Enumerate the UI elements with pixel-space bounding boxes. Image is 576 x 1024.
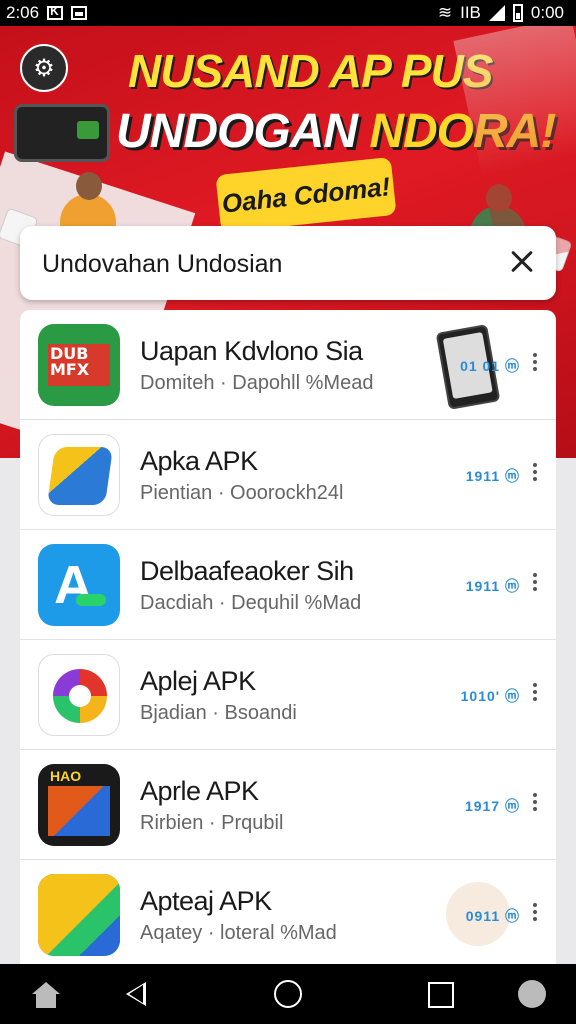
maps-app-icon xyxy=(38,434,120,516)
more-options-icon[interactable] xyxy=(530,570,540,600)
app-subtitle: Bjadian · Bsoandi xyxy=(140,702,297,724)
app-meta: 1911 ⓜ xyxy=(465,468,520,484)
list-item[interactable]: DUB MFX Uapan Kdvlono Sia Domiteh · Dapoh… xyxy=(20,310,556,420)
status-bar: 2:06 ≋ IIB 0:00 xyxy=(0,0,576,26)
more-options-icon[interactable] xyxy=(530,460,540,490)
app-list: DUB MFX Uapan Kdvlono Sia Domiteh · Dapoh… xyxy=(20,310,556,964)
app-meta: 1911 ⓜ xyxy=(465,578,520,594)
signal-icon xyxy=(488,5,505,21)
image-icon xyxy=(71,6,88,20)
more-options-icon[interactable] xyxy=(530,680,540,710)
battery-icon xyxy=(512,4,523,22)
a-app-icon: A xyxy=(38,544,120,626)
app-subtitle: Dacdiah · Dequhil %Mad xyxy=(140,592,362,614)
banner-subtitle: UNDOGAN NDORA! xyxy=(116,105,556,158)
search-bar xyxy=(20,226,556,300)
search-input[interactable] xyxy=(40,246,504,282)
app-meta: 0911 ⓜ xyxy=(465,908,520,924)
list-item[interactable]: HAO Aprle APK Rirbien · Prqubil 1917 ⓜ xyxy=(20,750,556,860)
back-icon[interactable] xyxy=(108,964,168,1024)
app-name: Apteaj APK xyxy=(140,886,272,916)
hao-app-icon: HAO xyxy=(38,764,120,846)
drive-app-icon xyxy=(38,874,120,956)
list-item[interactable]: Aplej APK Bjadian · Bsoandi 1010' ⓜ xyxy=(20,640,556,750)
navigation-bar xyxy=(0,964,576,1024)
phone-illustration xyxy=(14,104,110,162)
home-icon[interactable] xyxy=(258,964,318,1024)
banner-title: NUSAND AP PUS xyxy=(128,45,493,97)
app-name: Aprle APK xyxy=(140,776,259,806)
wifi-icon: ≋ xyxy=(437,3,453,22)
app-subtitle: Domiteh · Dapohll %Mead xyxy=(140,372,374,394)
network-label: IIB xyxy=(460,3,481,22)
app-name: Delbaafeaoker Sih xyxy=(140,556,354,586)
app-badge-icon[interactable]: ⚙ xyxy=(20,44,68,92)
list-item[interactable]: A Delbaafeaoker Sih Dacdiah · Dequhil %M… xyxy=(20,530,556,640)
app-subtitle: Aqatey · loteral %Mad xyxy=(140,922,337,944)
more-options-icon[interactable] xyxy=(530,900,540,930)
app-name: Aplej APK xyxy=(140,666,256,696)
home-house-icon[interactable] xyxy=(16,964,76,1024)
app-subtitle: Rirbien · Prqubil xyxy=(140,812,284,834)
status-time: 2:06 xyxy=(6,3,40,22)
app-meta: 1917 ⓜ xyxy=(464,798,520,814)
status-clock: 0:00 xyxy=(530,3,564,22)
more-options-icon[interactable] xyxy=(530,790,540,820)
recents-icon[interactable] xyxy=(410,964,470,1024)
more-options-icon[interactable] xyxy=(530,350,540,380)
app-subtitle: Pientian · Ooorockh24l xyxy=(140,482,344,504)
app-meta: 1010' ⓜ xyxy=(460,688,520,704)
app-name: Uapan Kdvlono Sia xyxy=(140,336,363,366)
app-meta: 01 01 ⓜ xyxy=(460,358,520,374)
app-name: Apka APK xyxy=(140,446,258,476)
assistant-icon[interactable] xyxy=(502,964,562,1024)
k-icon xyxy=(47,4,64,20)
list-item[interactable]: Apka APK Pientian · Ooorockh24l 1911 ⓜ xyxy=(20,420,556,530)
list-item[interactable]: Apteaj APK Aqatey · loteral %Mad 0911 ⓜ xyxy=(20,860,556,964)
close-icon[interactable] xyxy=(504,244,540,280)
banner-tagline: Oaha Cdoma! xyxy=(215,156,397,234)
dub-app-icon: DUB MFX xyxy=(38,324,120,406)
color-ring-app-icon xyxy=(38,654,120,736)
